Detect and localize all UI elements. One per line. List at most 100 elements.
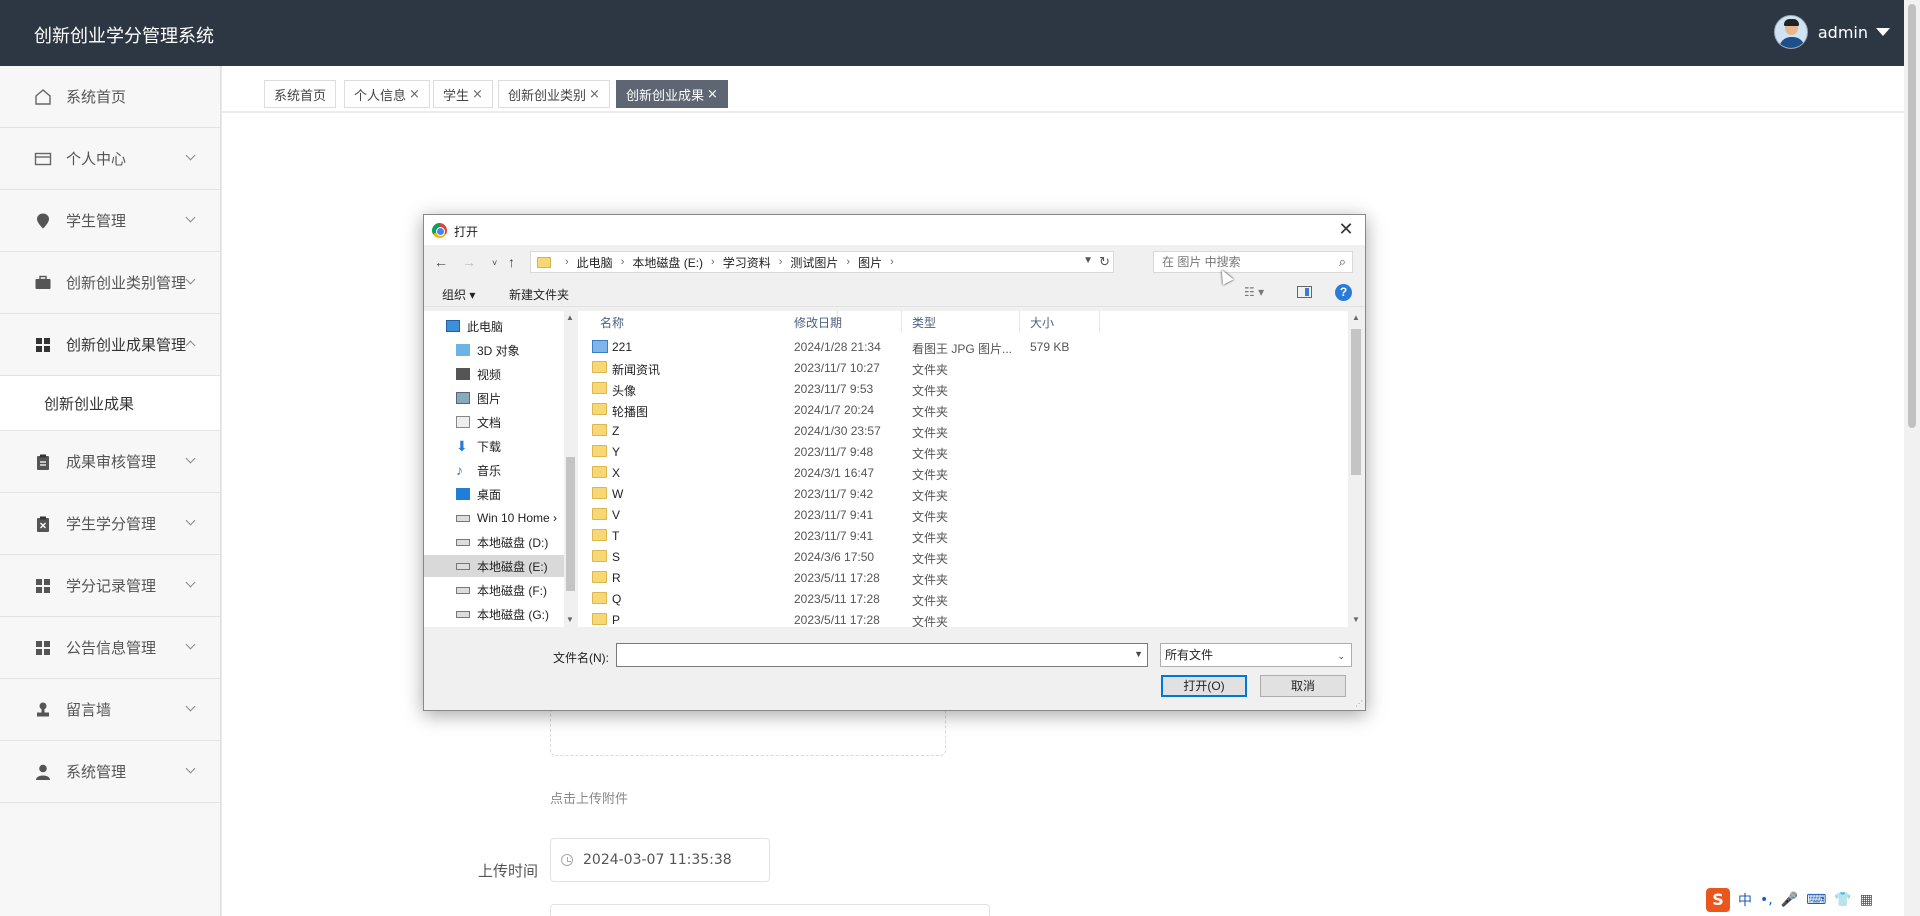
tree-item-downloads[interactable]: ⬇ 下载: [424, 435, 564, 457]
breadcrumb-item[interactable]: 测试图片: [790, 254, 838, 271]
sidebar-item-credit-records[interactable]: 学分记录管理: [0, 555, 220, 617]
sidebar-item-credit-management[interactable]: 学生学分管理: [0, 493, 220, 555]
tree-item-drive-d[interactable]: 本地磁盘 (D:): [424, 531, 564, 553]
upload-time-input[interactable]: 2024-03-07 11:35:38: [550, 838, 770, 882]
breadcrumb-item[interactable]: 本地磁盘 (E:): [632, 254, 703, 271]
organize-menu[interactable]: 组织 ▾: [442, 286, 475, 303]
column-header-type[interactable]: 类型: [902, 311, 1020, 333]
tree-item-3d-objects[interactable]: 3D 对象: [424, 339, 564, 361]
sidebar-item-students[interactable]: 学生管理: [0, 190, 220, 252]
sidebar-subitem-achievements[interactable]: 创新创业成果: [0, 376, 220, 431]
file-row[interactable]: 头像 2023/11/7 9:53 文件夹: [578, 379, 1338, 400]
next-field[interactable]: [550, 904, 990, 916]
file-row[interactable]: X 2024/3/1 16:47 文件夹: [578, 463, 1338, 484]
filename-input[interactable]: ▼: [616, 643, 1148, 667]
file-type-select[interactable]: 所有文件 ⌄: [1160, 643, 1352, 667]
skin-icon[interactable]: 👕: [1834, 892, 1851, 908]
chevron-down-icon[interactable]: ▼: [1134, 649, 1143, 659]
breadcrumb-item[interactable]: 学习资料: [723, 254, 771, 271]
breadcrumb-item[interactable]: 图片: [858, 254, 882, 271]
sidebar-item-achievement-management[interactable]: 创新创业成果管理: [0, 314, 220, 376]
keyboard-icon[interactable]: ⌨: [1806, 892, 1826, 908]
close-icon[interactable]: ✕: [1335, 219, 1357, 241]
scroll-up-icon[interactable]: ▲: [566, 313, 574, 322]
file-row[interactable]: R 2023/5/11 17:28 文件夹: [578, 568, 1338, 589]
file-row[interactable]: Y 2023/11/7 9:48 文件夹: [578, 442, 1338, 463]
page-scrollbar[interactable]: [1904, 0, 1920, 916]
scrollbar-thumb[interactable]: [566, 457, 575, 591]
sidebar-item-home[interactable]: 系统首页: [0, 66, 220, 128]
file-row[interactable]: V 2023/11/7 9:41 文件夹: [578, 505, 1338, 526]
user-menu[interactable]: admin: [1773, 15, 1890, 49]
tree-item-pictures[interactable]: 图片: [424, 387, 564, 409]
scrollbar-thumb[interactable]: [1908, 4, 1916, 428]
tree-item-video[interactable]: 视频: [424, 363, 564, 385]
tree-scrollbar[interactable]: ▲ ▼: [564, 311, 577, 627]
file-row[interactable]: W 2023/11/7 9:42 文件夹: [578, 484, 1338, 505]
column-header-size[interactable]: 大小: [1020, 311, 1100, 333]
tab-home[interactable]: 系统首页: [264, 80, 337, 108]
column-header-date[interactable]: 修改日期: [784, 311, 902, 333]
tree-item-drive-f[interactable]: 本地磁盘 (F:): [424, 579, 564, 601]
tree-item-this-pc[interactable]: 此电脑: [424, 315, 564, 337]
scroll-up-icon[interactable]: ▲: [1352, 313, 1360, 322]
sidebar-item-message-wall[interactable]: 留言墙: [0, 679, 220, 741]
grid-icon[interactable]: ▦: [1860, 892, 1873, 908]
chevron-down-icon[interactable]: ▼: [1083, 255, 1093, 266]
file-row[interactable]: Q 2023/5/11 17:28 文件夹: [578, 589, 1338, 610]
file-row[interactable]: 新闻资讯 2023/11/7 10:27 文件夹: [578, 358, 1338, 379]
resize-grip-icon[interactable]: ⋰: [1355, 699, 1363, 708]
sidebar-item-category-management[interactable]: 创新创业类别管理: [0, 252, 220, 314]
close-icon[interactable]: ×: [707, 87, 718, 102]
forward-arrow-icon[interactable]: →: [462, 254, 476, 270]
file-list-scrollbar[interactable]: ▲ ▼: [1348, 311, 1364, 627]
tree-item-drive-g[interactable]: 本地磁盘 (G:): [424, 603, 564, 625]
refresh-icon[interactable]: ↻: [1099, 254, 1110, 270]
tab-category[interactable]: 创新创业类别 ×: [498, 80, 610, 108]
ime-mode[interactable]: 中: [1738, 890, 1752, 910]
file-row[interactable]: P 2023/5/11 17:28 文件夹: [578, 610, 1338, 627]
open-button[interactable]: 打开(O): [1161, 675, 1247, 697]
mic-icon[interactable]: 🎤: [1781, 892, 1798, 908]
preview-pane-icon[interactable]: [1297, 286, 1312, 298]
tree-item-win10[interactable]: Win 10 Home ›: [424, 507, 564, 529]
close-icon[interactable]: ×: [472, 87, 483, 102]
view-options-icon[interactable]: ☷ ▾: [1244, 285, 1264, 299]
tree-item-music[interactable]: ♪ 音乐: [424, 459, 564, 481]
file-row[interactable]: T 2023/11/7 9:41 文件夹: [578, 526, 1338, 547]
tree-item-drive-e[interactable]: 本地磁盘 (E:): [424, 555, 564, 577]
up-arrow-icon[interactable]: ↑: [508, 254, 515, 270]
recent-dropdown-icon[interactable]: ˅: [492, 258, 497, 268]
close-icon[interactable]: ×: [589, 87, 600, 102]
scroll-down-icon[interactable]: ▼: [566, 615, 574, 624]
address-bar[interactable]: › 此电脑 › 本地磁盘 (E:) › 学习资料 › 测试图片 › 图片 › ▼…: [530, 251, 1114, 273]
sidebar-item-review-management[interactable]: 成果审核管理: [0, 431, 220, 493]
tree-item-documents[interactable]: 文档: [424, 411, 564, 433]
sidebar-item-system-management[interactable]: 系统管理: [0, 741, 220, 803]
sidebar-item-announcements[interactable]: 公告信息管理: [0, 617, 220, 679]
cancel-button[interactable]: 取消: [1260, 675, 1346, 697]
chevron-down-icon: [185, 515, 196, 526]
scroll-down-icon[interactable]: ▼: [1352, 615, 1360, 624]
scrollbar-thumb[interactable]: [1351, 329, 1361, 475]
file-row[interactable]: S 2024/3/6 17:50 文件夹: [578, 547, 1338, 568]
file-row[interactable]: Z 2024/1/30 23:57 文件夹: [578, 421, 1338, 442]
tab-students[interactable]: 学生 ×: [433, 80, 493, 108]
search-icon[interactable]: ⌕: [1339, 252, 1346, 272]
tree-item-desktop[interactable]: 桌面: [424, 483, 564, 505]
file-row[interactable]: 221 2024/1/28 21:34 看图王 JPG 图片... 579 KB: [578, 337, 1338, 358]
sogou-logo-icon[interactable]: S: [1706, 888, 1730, 912]
new-folder-button[interactable]: 新建文件夹: [509, 286, 569, 303]
tab-personal-info[interactable]: 个人信息 ×: [344, 80, 430, 108]
ime-punctuation-icon[interactable]: •,: [1760, 892, 1773, 908]
sidebar-item-personal-center[interactable]: 个人中心: [0, 128, 220, 190]
file-row[interactable]: 轮播图 2024/1/7 20:24 文件夹: [578, 400, 1338, 421]
upload-dropzone[interactable]: [550, 706, 946, 756]
dialog-titlebar[interactable]: 打开 ✕: [424, 215, 1365, 245]
back-arrow-icon[interactable]: ←: [434, 254, 448, 270]
search-input[interactable]: 在 图片 中搜索 ⌕: [1153, 251, 1353, 273]
tab-achievements[interactable]: 创新创业成果 ×: [616, 80, 728, 108]
close-icon[interactable]: ×: [409, 87, 420, 102]
breadcrumb-item[interactable]: 此电脑: [577, 254, 613, 271]
help-icon[interactable]: ?: [1335, 284, 1352, 301]
